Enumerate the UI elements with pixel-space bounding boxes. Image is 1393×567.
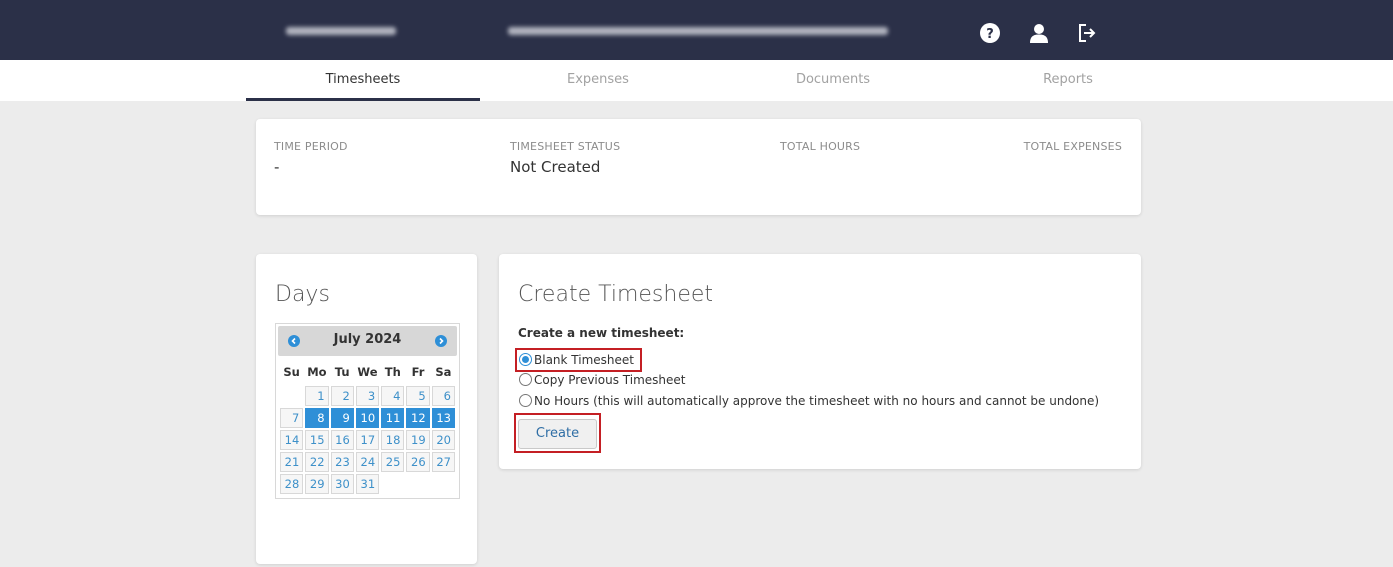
calendar-week-row: 7 8 9 10 11 12 13 [280, 408, 455, 428]
calendar-day[interactable]: 7 [280, 408, 304, 428]
time-period-label: TIME PERIOD [274, 140, 348, 153]
calendar-empty-cell [280, 386, 303, 406]
calendar-day[interactable]: 12 [406, 408, 430, 428]
calendar-day[interactable]: 16 [330, 430, 354, 450]
calendar-day[interactable]: 22 [305, 452, 329, 472]
top-bar: ? [0, 0, 1393, 60]
calendar-day[interactable]: 5 [406, 386, 430, 406]
tab-reports[interactable]: Reports [951, 60, 1185, 101]
logout-icon[interactable] [1076, 22, 1098, 44]
calendar-day[interactable]: 30 [330, 474, 354, 494]
radio-button[interactable] [519, 394, 532, 407]
calendar-header: July 2024 [278, 326, 457, 356]
create-button[interactable]: Create [518, 419, 597, 449]
svg-text:?: ? [986, 27, 994, 42]
calendar-day[interactable]: 14 [280, 430, 304, 450]
calendar-day[interactable]: 1 [305, 386, 329, 406]
calendar-day[interactable]: 27 [431, 452, 455, 472]
weekday-label: Tu [334, 365, 350, 379]
calendar-day[interactable]: 29 [305, 474, 329, 494]
days-title: Days [275, 282, 330, 307]
option-label: Copy Previous Timesheet [534, 373, 686, 387]
calendar: July 2024 Su Mo Tu We Th Fr Sa 123456789… [275, 323, 460, 499]
tab-expenses[interactable]: Expenses [481, 60, 715, 101]
weekday-label: We [357, 365, 378, 379]
user-name-redacted [286, 27, 396, 35]
option-no-hours[interactable]: No Hours (this will automatically approv… [519, 393, 1099, 409]
organization-redacted [508, 27, 888, 35]
timesheet-summary-card: TIME PERIOD - TIMESHEET STATUS Not Creat… [256, 119, 1141, 215]
tab-timesheets[interactable]: Timesheets [246, 60, 480, 101]
radio-button[interactable] [519, 353, 532, 366]
user-icon[interactable] [1028, 22, 1050, 44]
calendar-day[interactable]: 24 [355, 452, 380, 472]
question-circle-icon[interactable]: ? [979, 22, 1001, 44]
create-timesheet-title: Create Timesheet [518, 282, 714, 307]
calendar-day[interactable]: 18 [381, 430, 405, 450]
option-copy-previous-timesheet[interactable]: Copy Previous Timesheet [519, 372, 685, 388]
calendar-week-row: 14 15 16 17 18 19 20 [280, 430, 455, 450]
calendar-empty-cell [381, 474, 404, 494]
calendar-day[interactable]: 9 [330, 408, 354, 428]
radio-button[interactable] [519, 373, 532, 386]
option-label: No Hours (this will automatically approv… [534, 394, 1100, 408]
calendar-day[interactable]: 2 [330, 386, 354, 406]
calendar-day[interactable]: 31 [355, 474, 380, 494]
calendar-month-title: July 2024 [333, 332, 402, 347]
calendar-day[interactable]: 11 [381, 408, 405, 428]
weekday-label: Mo [307, 365, 327, 379]
weekday-label: Th [384, 365, 401, 379]
calendar-day[interactable]: 4 [381, 386, 405, 406]
weekday-label: Sa [435, 365, 452, 379]
option-blank-timesheet[interactable]: Blank Timesheet [519, 352, 634, 368]
days-card: Days July 2024 Su Mo Tu We Th Fr Sa 1 2 … [256, 254, 477, 564]
calendar-day[interactable]: 20 [431, 430, 455, 450]
calendar-grid: Su Mo Tu We Th Fr Sa 1 2 3 4 5 6 7 8 9 10 11 12 13 14… [278, 358, 457, 496]
weekday-label: Fr [411, 365, 425, 379]
calendar-day[interactable]: 13 [431, 408, 455, 428]
create-timesheet-subtitle: Create a new timesheet: [518, 326, 685, 340]
weekday-label: Su [283, 365, 300, 379]
calendar-day[interactable]: 21 [280, 452, 304, 472]
calendar-week-row: 123456 [280, 386, 455, 406]
calendar-day[interactable]: 25 [381, 452, 405, 472]
timesheet-status-label: TIMESHEET STATUS [510, 140, 621, 153]
total-hours-label: TOTAL HOURS [780, 140, 861, 153]
calendar-day[interactable]: 26 [406, 452, 430, 472]
calendar-day[interactable]: 23 [330, 452, 354, 472]
calendar-week-row: 21 22 23 24 25 26 27 [280, 452, 455, 472]
calendar-day[interactable]: 15 [305, 430, 329, 450]
calendar-day[interactable]: 6 [431, 386, 455, 406]
option-label: Blank Timesheet [534, 353, 634, 367]
calendar-week-row: 28 29 30 31 [280, 474, 455, 494]
tab-documents[interactable]: Documents [716, 60, 950, 101]
calendar-empty-cell [432, 474, 455, 494]
calendar-day[interactable]: 10 [355, 408, 380, 428]
calendar-day[interactable]: 19 [406, 430, 430, 450]
total-expenses-label: TOTAL EXPENSES [1023, 140, 1122, 153]
time-period-value: - [274, 158, 280, 176]
create-timesheet-card: Create Timesheet Create a new timesheet:… [499, 254, 1141, 469]
timesheet-status-value: Not Created [510, 158, 601, 176]
main-tabs: Timesheets Expenses Documents Reports [0, 60, 1393, 101]
calendar-empty-cell [406, 474, 429, 494]
calendar-day[interactable]: 28 [280, 474, 304, 494]
calendar-day[interactable]: 17 [355, 430, 380, 450]
next-month-icon[interactable] [435, 335, 447, 347]
calendar-day[interactable]: 3 [355, 386, 380, 406]
calendar-day[interactable]: 8 [305, 408, 329, 428]
